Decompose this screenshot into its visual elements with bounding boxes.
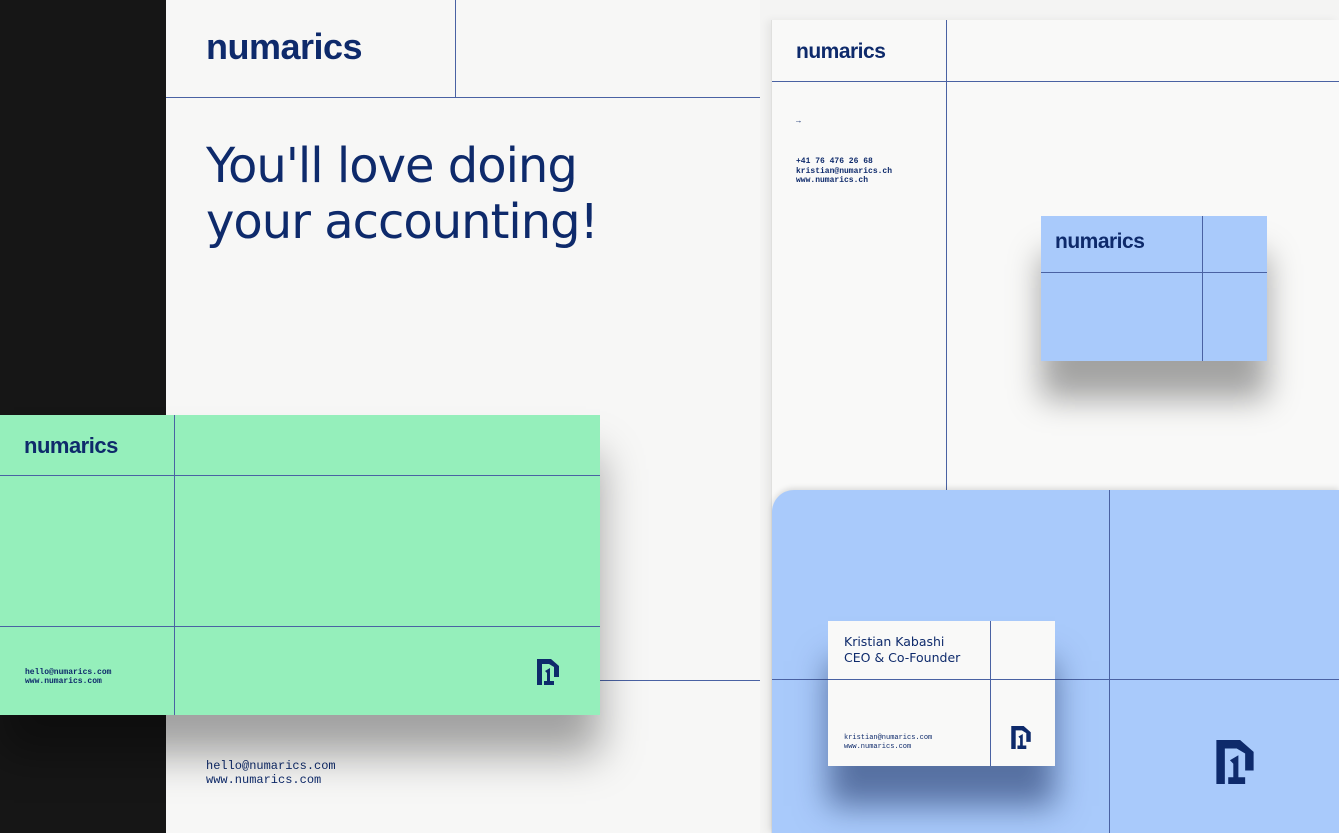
- grid-line: [828, 679, 1055, 680]
- grid-line: [1202, 216, 1203, 361]
- card-holder-title: CEO & Co-Founder: [844, 650, 961, 665]
- arrow-icon: →: [796, 117, 801, 126]
- white-business-card: Kristian Kabashi CEO & Co-Founder kristi…: [828, 621, 1055, 766]
- grid-line: [772, 81, 1339, 82]
- contact-email: kristian@numarics.ch: [796, 166, 893, 176]
- brand-logo: numarics: [24, 433, 118, 458]
- grid-line: [455, 0, 456, 97]
- grid-line: [600, 680, 760, 681]
- contact-web: www.numarics.com: [844, 743, 912, 751]
- letter-contact-block: hello@numarics.com www.numarics.com: [206, 759, 336, 787]
- brand-logo: numarics: [796, 40, 886, 63]
- brand-mark-icon: [1216, 740, 1254, 784]
- grid-line: [946, 20, 947, 492]
- card-contact-block: kristian@numarics.com www.numarics.com: [844, 734, 932, 752]
- grid-line: [0, 475, 600, 476]
- contact-email: hello@numarics.com: [206, 759, 336, 773]
- grid-line: [166, 97, 760, 98]
- headline-line-1: You'll love doing: [206, 138, 578, 194]
- grid-line: [990, 621, 991, 766]
- contact-email: hello@numarics.com: [25, 668, 112, 677]
- grid-line: [0, 626, 600, 627]
- card-holder-block: Kristian Kabashi CEO & Co-Founder: [844, 634, 960, 666]
- contact-web: www.numarics.com: [25, 677, 102, 686]
- card-contact-block: hello@numarics.com www.numarics.com: [25, 668, 111, 686]
- brand-logo: numarics: [206, 26, 363, 67]
- green-business-card: numarics hello@numarics.com www.numarics…: [0, 415, 600, 715]
- contact-web: www.numarics.com: [206, 773, 322, 787]
- headline-line-2: your accounting!: [206, 194, 599, 250]
- grid-line: [174, 415, 175, 715]
- grid-line: [1109, 490, 1110, 833]
- card-holder-name: Kristian Kabashi: [844, 634, 945, 649]
- contact-email: kristian@numarics.com: [844, 734, 933, 742]
- headline: You'll love doing your accounting!: [206, 138, 726, 250]
- blue-business-card-small: numarics: [1041, 216, 1267, 361]
- brand-logo: numarics: [1055, 230, 1145, 253]
- brand-mark-icon: [537, 659, 559, 685]
- letter-contact-block: +41 76 476 26 68 kristian@numarics.ch ww…: [796, 157, 892, 186]
- contact-web: www.numarics.ch: [796, 176, 869, 185]
- contact-phone: +41 76 476 26 68: [796, 157, 873, 166]
- grid-line: [1041, 272, 1267, 273]
- brand-mark-icon: [1011, 726, 1031, 749]
